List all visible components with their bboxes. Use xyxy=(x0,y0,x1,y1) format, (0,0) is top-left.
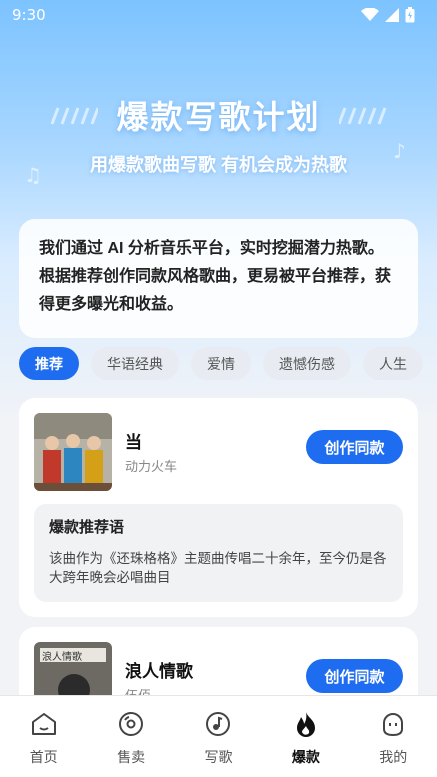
album-cover-text: 浪人情歌 xyxy=(42,652,82,663)
tab-sell[interactable]: 售卖 xyxy=(96,710,166,777)
tab-label: 写歌 xyxy=(204,749,233,765)
create-same-button[interactable]: 创作同款 xyxy=(306,659,403,693)
tab-label: 我的 xyxy=(379,749,408,765)
music-note-icon xyxy=(206,712,231,736)
status-icons xyxy=(361,7,415,23)
category-chip-life[interactable]: 人生 xyxy=(363,347,423,380)
category-chip-sad[interactable]: 遗憾伤感 xyxy=(263,347,351,380)
category-chip-recommend[interactable]: 推荐 xyxy=(19,347,79,380)
category-tabs: 推荐 华语经典 爱情 遗憾伤感 人生 xyxy=(19,347,437,381)
wifi-icon xyxy=(361,8,379,21)
bottom-tab-bar: 首页 售卖 写歌 爆款 我的 xyxy=(0,695,437,777)
category-chip-chinese-classic[interactable]: 华语经典 xyxy=(91,347,179,380)
song-title: 当 xyxy=(125,433,142,452)
battery-icon xyxy=(405,7,415,23)
signal-icon xyxy=(385,8,399,22)
create-same-button[interactable]: 创作同款 xyxy=(306,430,403,464)
profile-icon xyxy=(383,713,404,737)
album-cover xyxy=(34,413,112,491)
flame-icon xyxy=(296,712,315,737)
tab-label: 爆款 xyxy=(291,749,320,765)
song-artist: 动力火车 xyxy=(125,459,178,474)
recommendation-text: 该曲作为《还珠格格》主题曲传唱二十余年，至今仍是各大跨年晚会必唱曲目 xyxy=(49,551,387,585)
tab-mine[interactable]: 我的 xyxy=(358,710,428,777)
music-note-deco-icon: ♫ xyxy=(24,163,42,187)
song-card[interactable]: 当 动力火车 创作同款 爆款推荐语 该曲作为《还珠格格》主题曲传唱二十余年，至今… xyxy=(19,398,418,617)
intro-card: 我们通过 AI 分析音乐平台，实时挖掘潜力热歌。根据推荐创作同款风格歌曲，更易被… xyxy=(19,219,418,338)
vinyl-icon xyxy=(119,712,144,736)
home-icon xyxy=(31,713,56,735)
tab-label: 售卖 xyxy=(117,749,146,765)
recommendation-box: 爆款推荐语 该曲作为《还珠格格》主题曲传唱二十余年，至今仍是各大跨年晚会必唱曲目 xyxy=(34,504,403,602)
intro-text: 我们通过 AI 分析音乐平台，实时挖掘潜力热歌。根据推荐创作同款风格歌曲，更易被… xyxy=(39,240,392,313)
tab-hot[interactable]: 爆款 xyxy=(271,710,341,777)
tab-label: 首页 xyxy=(29,749,58,765)
category-chip-love[interactable]: 爱情 xyxy=(191,347,251,380)
song-title: 浪人情歌 xyxy=(125,662,193,681)
page-title: 爆款写歌计划 xyxy=(116,99,321,135)
recommendation-title: 爆款推荐语 xyxy=(49,519,125,536)
status-bar: 9:30 xyxy=(0,0,437,30)
status-time: 9:30 xyxy=(12,6,46,24)
tab-write[interactable]: 写歌 xyxy=(183,710,253,777)
music-note-deco-icon: ♪ xyxy=(393,139,406,163)
page-subtitle: 用爆款歌曲写歌 有机会成为热歌 xyxy=(90,155,347,175)
tab-home[interactable]: 首页 xyxy=(9,710,79,777)
